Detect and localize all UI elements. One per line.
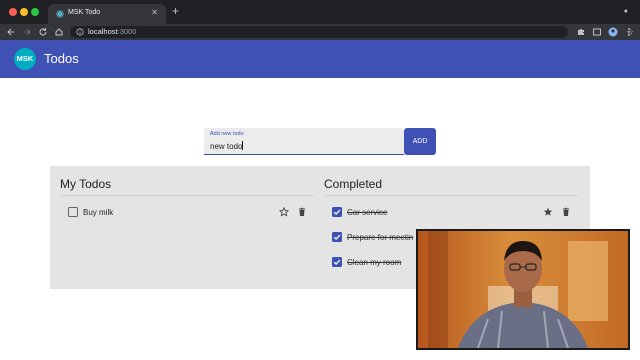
add-todo-value: new todo xyxy=(210,142,243,151)
address-bar[interactable]: localhost:3000 ☆ xyxy=(70,26,634,38)
star-filled-icon[interactable] xyxy=(543,207,553,217)
text-caret xyxy=(242,141,244,150)
close-window-button[interactable] xyxy=(9,8,17,16)
profile-avatar-icon[interactable] xyxy=(608,27,618,37)
todo-label: Buy milk xyxy=(83,208,114,217)
star-outline-icon[interactable] xyxy=(279,207,289,217)
browser-toolbar: localhost:3000 ☆ xyxy=(0,24,640,40)
tab-title: MSK Todo xyxy=(68,9,101,16)
new-tab-icon[interactable]: + xyxy=(172,5,179,17)
cast-icon[interactable] xyxy=(592,27,602,37)
webcam-overlay xyxy=(416,229,630,350)
my-todos-divider xyxy=(60,195,314,196)
add-todo-field[interactable]: Add new todo new todo xyxy=(204,128,404,155)
app-bar: MSK Todos xyxy=(0,40,640,78)
msk-logo: MSK xyxy=(14,48,36,70)
completed-checkbox[interactable] xyxy=(332,257,342,267)
add-todo-label: Add new todo xyxy=(210,131,244,137)
close-tab-icon[interactable]: ✕ xyxy=(151,8,158,18)
completed-label: Car service xyxy=(347,208,388,217)
reload-icon[interactable] xyxy=(38,27,48,37)
presenter-video xyxy=(418,231,628,348)
todo-checkbox[interactable] xyxy=(68,207,78,217)
my-todos-heading: My Todos xyxy=(60,177,112,191)
url-text: localhost:3000 xyxy=(88,27,136,36)
info-icon[interactable] xyxy=(76,28,84,36)
completed-checkbox[interactable] xyxy=(332,232,342,242)
browser-tabstrip: MSK Todo ✕ + ● xyxy=(0,0,640,24)
url-host: localhost xyxy=(88,27,118,36)
more-menu-icon[interactable] xyxy=(624,27,634,37)
completed-label: Clean my room xyxy=(347,258,402,267)
page-title: Todos xyxy=(44,51,79,66)
completed-heading: Completed xyxy=(324,177,383,191)
forward-arrow-icon[interactable] xyxy=(22,27,32,37)
minimize-window-button[interactable] xyxy=(20,8,28,16)
add-button[interactable]: ADD xyxy=(404,128,436,155)
maximize-window-button[interactable] xyxy=(31,8,39,16)
checkmark-icon xyxy=(333,234,341,241)
trash-icon[interactable] xyxy=(561,207,571,217)
completed-label: Prepare for meetin xyxy=(347,233,414,242)
completed-checkbox[interactable] xyxy=(332,207,342,217)
url-port: :3000 xyxy=(117,27,137,36)
back-arrow-icon[interactable] xyxy=(6,27,16,37)
checkmark-icon xyxy=(333,259,341,266)
browser-tab[interactable]: MSK Todo ✕ xyxy=(48,4,166,24)
home-icon[interactable] xyxy=(54,27,64,37)
checkmark-icon xyxy=(333,209,341,216)
trash-icon[interactable] xyxy=(297,207,307,217)
completed-divider xyxy=(324,195,578,196)
react-favicon-icon xyxy=(56,10,64,18)
add-todo-input[interactable]: new todo xyxy=(210,141,244,151)
tab-search-icon[interactable]: ● xyxy=(624,8,628,16)
extensions-puzzle-icon[interactable] xyxy=(576,27,586,37)
